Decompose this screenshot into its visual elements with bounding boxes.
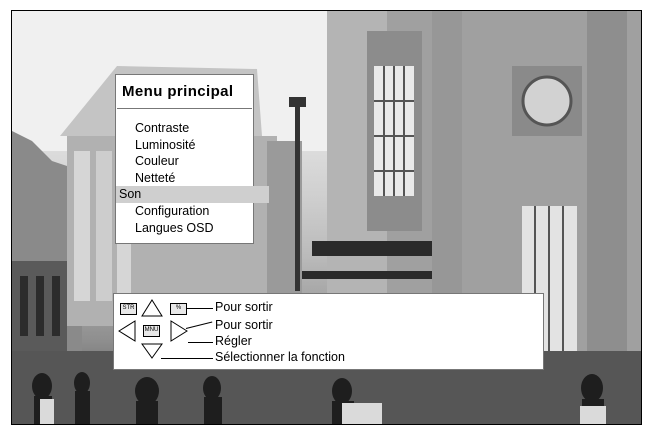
leader-line-1	[186, 308, 213, 309]
screen: Menu principal Contraste Luminosité Coul…	[0, 0, 654, 434]
help-line-4: Sélectionner la fonction	[215, 350, 345, 364]
menu-item-son[interactable]: Son	[116, 186, 269, 203]
help-line-2: Pour sortir	[215, 318, 273, 332]
menu-item-configuration[interactable]: Configuration	[116, 203, 269, 220]
up-arrow-icon	[141, 299, 163, 317]
leader-line-2	[185, 321, 213, 329]
leader-line-3	[188, 342, 213, 343]
leader-line-4	[161, 358, 213, 359]
left-arrow-icon	[118, 320, 136, 342]
menu-list: Contraste Luminosité Couleur Netteté Son…	[116, 120, 269, 236]
menu-item-langues-osd[interactable]: Langues OSD	[116, 220, 269, 237]
menu-item-contraste[interactable]: Contraste	[116, 120, 269, 137]
help-line-1: Pour sortir	[215, 300, 273, 314]
help-line-3: Régler	[215, 334, 252, 348]
menu-item-luminosite[interactable]: Luminosité	[116, 137, 269, 154]
menu-title: Menu principal	[122, 83, 234, 100]
key-help-panel: STR % Pour sortir MNU Pour sortir Régler…	[113, 293, 544, 370]
menu-item-couleur[interactable]: Couleur	[116, 153, 269, 170]
down-arrow-icon	[141, 343, 163, 359]
str-key-icon: STR	[120, 303, 137, 315]
main-menu-panel: Menu principal Contraste Luminosité Coul…	[115, 74, 269, 244]
percent-key-icon: %	[170, 303, 187, 315]
menu-item-nettete[interactable]: Netteté	[116, 170, 269, 187]
right-arrow-icon	[170, 320, 188, 342]
mnu-key-icon: MNU	[143, 325, 160, 337]
menu-divider	[117, 108, 252, 109]
